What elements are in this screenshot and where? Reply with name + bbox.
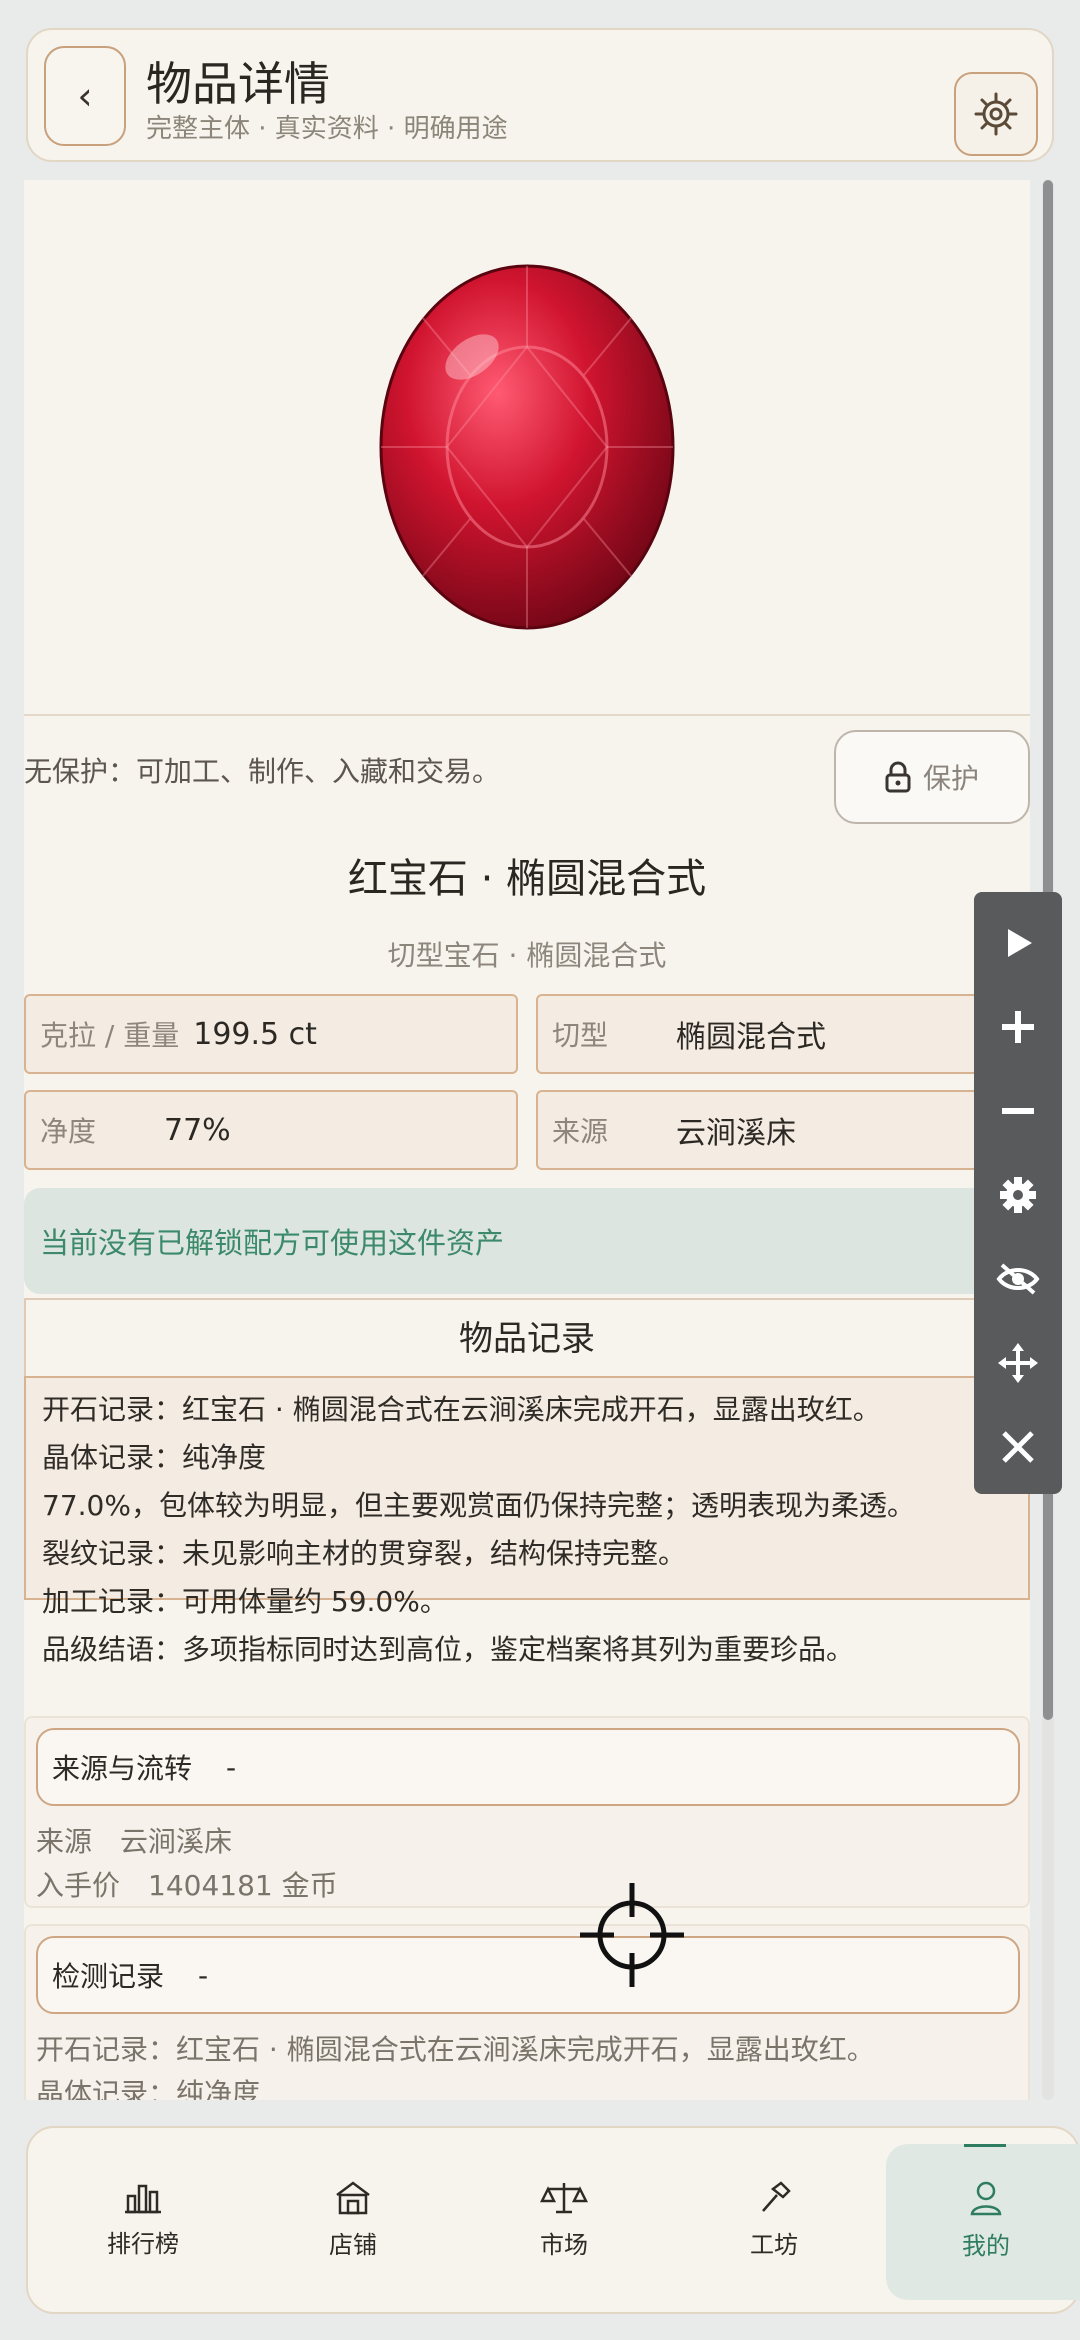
chevron-left-icon: ‹ (77, 74, 93, 118)
nav-leaderboard[interactable]: 排行榜 (43, 2128, 243, 2312)
eye-off-icon (996, 1263, 1040, 1295)
protect-button-label: 保护 (922, 762, 979, 795)
zoom-in-button[interactable] (974, 992, 1062, 1062)
stat-cut-value: 椭圆混合式 (676, 1020, 826, 1055)
ruby-gem-image (379, 264, 675, 630)
protection-status: 无保护：可加工、制作、入藏和交易。 (24, 755, 501, 788)
stat-weight-value: 199.5 ct (193, 1016, 317, 1052)
stat-source-value: 云涧溪床 (676, 1116, 796, 1151)
hammer-icon (762, 2180, 791, 2212)
nav-workshop-label: 工坊 (750, 2230, 798, 2259)
stat-clarity-label: 净度 (40, 1115, 97, 1148)
nav-workshop[interactable]: 工坊 (674, 2128, 874, 2312)
item-image-area (24, 180, 1030, 716)
scale-icon (540, 2182, 588, 2213)
stat-clarity: 净度 77% (24, 1090, 518, 1170)
protection-row: 无保护：可加工、制作、入藏和交易。 保护 (24, 720, 1030, 824)
hide-button[interactable] (974, 1244, 1062, 1314)
move-button[interactable] (974, 1328, 1062, 1398)
provenance-title: 来源与流转 (52, 1752, 193, 1785)
provenance-section: 来源与流转 - 来源 云涧溪床 入手价 1404181 金币 (24, 1716, 1030, 1908)
provenance-dash: - (226, 1750, 237, 1784)
stat-weight-label: 克拉 / 重量 (40, 1019, 180, 1052)
page-title: 物品详情 (146, 57, 330, 111)
stat-clarity-value: 77% (164, 1112, 231, 1148)
nav-leaderboard-label: 排行榜 (107, 2229, 179, 2258)
stat-cut: 切型 椭圆混合式 (536, 994, 1030, 1074)
item-title: 红宝石 · 椭圆混合式 (347, 856, 707, 902)
stat-source-label: 来源 (552, 1115, 609, 1148)
record-line: 裂纹记录：未见影响主材的贯穿裂，结构保持完整。 (42, 1537, 687, 1570)
lock-icon (885, 761, 911, 793)
protect-button[interactable]: 保护 (834, 730, 1030, 824)
inspection-row: 开石记录：红宝石 · 椭圆混合式在云涧溪床完成开石，显露出玫红。 (36, 2033, 875, 2066)
recipe-notice-text: 当前没有已解锁配方可使用这件资产 (40, 1226, 505, 1260)
record-line: 品级结语：多项指标同时达到高位，鉴定档案将其列为重要珍品。 (42, 1633, 855, 1666)
floating-toolbar (974, 892, 1062, 1494)
stat-cut-label: 切型 (552, 1019, 609, 1052)
close-button[interactable] (974, 1412, 1062, 1482)
user-icon (970, 2181, 1002, 2215)
record-line: 加工记录：可用体量约 59.0%。 (42, 1585, 448, 1618)
nav-shop-label: 店铺 (329, 2230, 377, 2259)
inspection-toggle[interactable]: 检测记录 - (36, 1936, 1020, 2014)
tool-settings-button[interactable] (974, 1160, 1062, 1230)
bottom-nav: 排行榜 店铺 市场 工坊 我的 (26, 2126, 1080, 2314)
item-subtitle: 切型宝石 · 椭圆混合式 (387, 939, 667, 972)
zoom-out-button[interactable] (974, 1076, 1062, 1146)
ship-wheel-icon (974, 92, 1018, 136)
provenance-row: 来源 云涧溪床 (36, 1825, 233, 1858)
inspection-title: 检测记录 (52, 1960, 165, 1993)
header-bar: ‹ 物品详情 完整主体 · 真实资料 · 明确用途 (26, 28, 1054, 162)
recipe-notice: 当前没有已解锁配方可使用这件资产 (24, 1188, 1030, 1294)
nav-shop[interactable]: 店铺 (253, 2128, 453, 2312)
records-box: 开石记录：红宝石 · 椭圆混合式在云涧溪床完成开石，显露出玫红。 晶体记录：纯净… (24, 1376, 1030, 1666)
item-detail-scroll[interactable]: 无保护：可加工、制作、入藏和交易。 保护 红宝石 · 椭圆混合式 切型宝石 · … (24, 180, 1030, 2100)
nav-market[interactable]: 市场 (464, 2128, 664, 2312)
nav-market-label: 市场 (540, 2230, 588, 2259)
inspection-dash: - (198, 1958, 209, 1992)
move-icon (998, 1343, 1038, 1383)
bar-chart-icon (125, 2184, 161, 2213)
record-line: 开石记录：红宝石 · 椭圆混合式在云涧溪床完成开石，显露出玫红。 (42, 1393, 881, 1426)
back-button[interactable]: ‹ (44, 46, 126, 146)
close-icon (1002, 1431, 1034, 1463)
record-line: 77.0%，包体较为明显，但主要观赏面仍保持完整；透明表现为柔透。 (42, 1489, 915, 1522)
crosshair-cursor (580, 1883, 684, 1987)
page-subtitle: 完整主体 · 真实资料 · 明确用途 (146, 114, 508, 144)
inspection-row: 晶体记录：纯净度 (36, 2077, 261, 2100)
nav-profile-label: 我的 (962, 2231, 1010, 2260)
provenance-toggle[interactable]: 来源与流转 - (36, 1728, 1020, 1806)
nav-profile[interactable]: 我的 (886, 2128, 1080, 2312)
stat-weight: 克拉 / 重量 199.5 ct (24, 994, 518, 1074)
provenance-row: 入手价 1404181 金币 (36, 1869, 338, 1902)
records-heading: 物品记录 (24, 1298, 1030, 1376)
play-icon (1008, 929, 1032, 957)
shop-icon (336, 2180, 370, 2214)
play-button[interactable] (974, 908, 1062, 978)
zoom-out-icon (1002, 1108, 1034, 1114)
settings-button[interactable] (954, 72, 1038, 156)
stat-source: 来源 云涧溪床 (536, 1090, 1030, 1170)
zoom-in-icon (1002, 1011, 1034, 1043)
gear-icon (1000, 1177, 1036, 1213)
record-line: 晶体记录：纯净度 (42, 1441, 267, 1474)
inspection-section: 检测记录 - 开石记录：红宝石 · 椭圆混合式在云涧溪床完成开石，显露出玫红。 … (24, 1924, 1030, 2100)
